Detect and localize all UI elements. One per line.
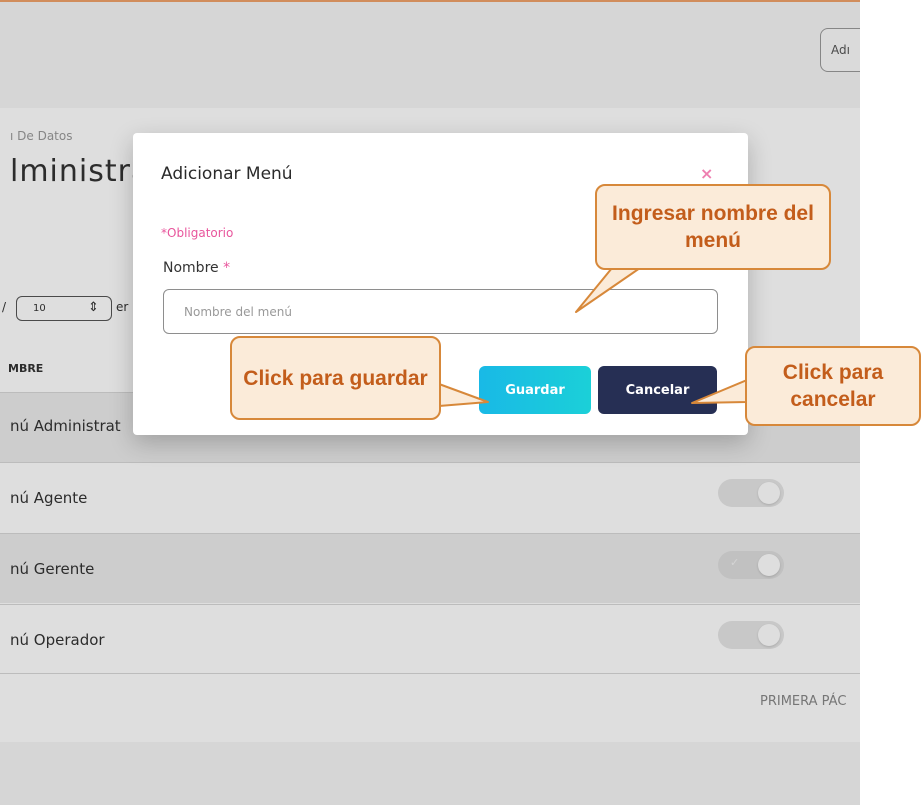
callout-name-hint: Ingresar nombre del menú	[595, 184, 831, 270]
required-star: *	[223, 260, 231, 276]
name-label-text: Nombre	[163, 260, 219, 276]
callout-save-hint: Click para guardar	[230, 336, 441, 420]
close-icon[interactable]: ×	[700, 164, 713, 183]
name-field-label: Nombre *	[163, 260, 230, 276]
save-button[interactable]: Guardar	[479, 366, 591, 414]
required-note: *Obligatorio	[161, 226, 234, 240]
dialog-title: Adicionar Menú	[161, 164, 293, 184]
cancel-button[interactable]: Cancelar	[598, 366, 717, 414]
callout-cancel-hint: Click para cancelar	[745, 346, 921, 426]
menu-name-input[interactable]	[163, 289, 718, 334]
